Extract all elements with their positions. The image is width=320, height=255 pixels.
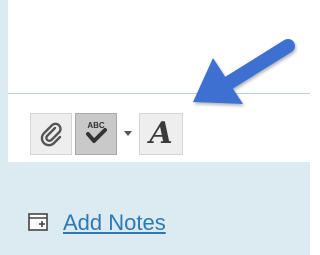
spellcheck-icon: ABC — [86, 121, 107, 143]
pointer-arrow-icon — [193, 39, 295, 104]
add-notes-link[interactable]: Add Notes — [27, 209, 166, 237]
dropdown-caret-icon — [124, 131, 132, 136]
attach-button[interactable] — [30, 113, 72, 155]
paperclip-icon — [40, 122, 62, 147]
spell-check-button[interactable]: ABC — [75, 113, 117, 155]
spell-check-options-button[interactable] — [120, 113, 136, 155]
font-format-icon: A — [149, 116, 173, 151]
note-add-icon — [28, 213, 48, 231]
text-format-button[interactable]: A — [139, 113, 183, 155]
add-notes-label: Add Notes — [63, 210, 166, 235]
editor-toolbar: ABC A — [30, 113, 183, 155]
spellcheck-badge: ABC — [87, 121, 105, 130]
